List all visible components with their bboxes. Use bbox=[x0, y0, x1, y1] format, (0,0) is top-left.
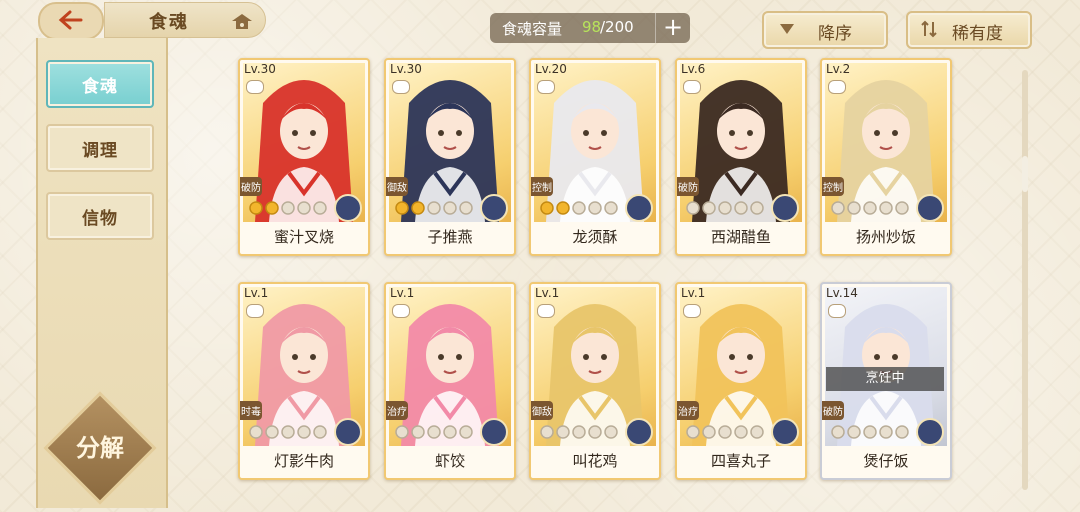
card-name: 叫花鸡 bbox=[572, 452, 618, 470]
rarity-badge-icon bbox=[916, 194, 944, 222]
food-soul-card[interactable]: Lv.6 破防 西湖醋鱼 bbox=[675, 58, 807, 256]
level-label: Lv.1 bbox=[244, 286, 269, 300]
split-label[interactable]: 分解 bbox=[60, 428, 140, 463]
affinity-icon bbox=[537, 80, 555, 94]
sidebar-item-food-soul[interactable]: 食魂 bbox=[46, 60, 154, 108]
card-name: 龙须酥 bbox=[572, 228, 618, 246]
role-tag: 御敌 bbox=[386, 177, 408, 196]
level-label: Lv.2 bbox=[826, 62, 851, 76]
level-label: Lv.1 bbox=[390, 286, 415, 300]
sidebar-item-label: 信物 bbox=[82, 209, 118, 229]
sort-arrows-icon bbox=[921, 20, 937, 38]
food-soul-card[interactable]: Lv.30 御敌 子推燕 bbox=[384, 58, 516, 256]
food-soul-card[interactable]: Lv.1 时毒 灯影牛肉 bbox=[238, 282, 370, 480]
capacity-total: /200 bbox=[600, 18, 634, 36]
add-capacity-button[interactable]: + bbox=[655, 13, 690, 43]
star-rating bbox=[540, 201, 618, 215]
star-rating bbox=[395, 201, 473, 215]
sidebar-item-cooking[interactable]: 调理 bbox=[46, 124, 154, 172]
star-rating bbox=[395, 425, 473, 439]
role-tag: 破防 bbox=[677, 177, 699, 196]
rarity-badge-icon bbox=[771, 418, 799, 446]
food-soul-card[interactable]: Lv.2 控制 扬州炒饭 bbox=[820, 58, 952, 256]
level-label: Lv.30 bbox=[244, 62, 276, 76]
card-name: 子推燕 bbox=[427, 228, 473, 246]
affinity-icon bbox=[828, 304, 846, 318]
star-rating bbox=[686, 425, 764, 439]
affinity-icon bbox=[392, 304, 410, 318]
affinity-icon bbox=[683, 304, 701, 318]
rarity-badge-icon bbox=[334, 194, 362, 222]
sidebar-item-label: 食魂 bbox=[82, 77, 118, 97]
role-tag: 破防 bbox=[240, 177, 262, 196]
food-soul-card[interactable]: Lv.1 治疗 虾饺 bbox=[384, 282, 516, 480]
role-tag: 控制 bbox=[822, 177, 844, 196]
scroll-thumb[interactable] bbox=[1022, 156, 1028, 192]
affinity-icon bbox=[246, 80, 264, 94]
card-name: 西湖醋鱼 bbox=[710, 228, 771, 246]
title-tab: 食魂 bbox=[104, 2, 266, 38]
affinity-icon bbox=[828, 80, 846, 94]
sort-desc-button[interactable]: 降序 bbox=[762, 11, 888, 49]
level-label: Lv.14 bbox=[826, 286, 858, 300]
food-soul-card[interactable]: Lv.20 控制 龙须酥 bbox=[529, 58, 661, 256]
role-tag: 时毒 bbox=[240, 401, 262, 420]
page-title: 食魂 bbox=[149, 12, 189, 33]
rarity-badge-icon bbox=[334, 418, 362, 446]
rarity-badge-icon bbox=[625, 418, 653, 446]
capacity-label: 食魂容量 bbox=[502, 20, 563, 38]
card-name: 蜜汁叉烧 bbox=[273, 228, 334, 246]
card-name: 煲仔饭 bbox=[863, 452, 909, 470]
food-soul-card[interactable]: Lv.1 治疗 四喜丸子 bbox=[675, 282, 807, 480]
affinity-icon bbox=[246, 304, 264, 318]
rarity-badge-icon bbox=[771, 194, 799, 222]
food-soul-card[interactable]: Lv.14 烹饪中 破防 煲仔饭 bbox=[820, 282, 952, 480]
sidebar-item-label: 调理 bbox=[82, 141, 118, 161]
star-rating bbox=[686, 201, 764, 215]
level-label: Lv.20 bbox=[535, 62, 567, 76]
star-rating bbox=[831, 425, 909, 439]
card-name: 四喜丸子 bbox=[710, 452, 771, 470]
home-icon[interactable] bbox=[231, 12, 253, 30]
rarity-badge-icon bbox=[480, 194, 508, 222]
scrollbar[interactable] bbox=[1022, 70, 1028, 490]
triangle-down-icon bbox=[780, 24, 794, 34]
card-name: 灯影牛肉 bbox=[273, 452, 334, 470]
level-label: Lv.30 bbox=[390, 62, 422, 76]
capacity-panel: 食魂容量 98 /200 + bbox=[490, 13, 690, 43]
sidebar-item-token[interactable]: 信物 bbox=[46, 192, 154, 240]
role-tag: 控制 bbox=[531, 177, 553, 196]
sort-rarity-button[interactable]: 稀有度 bbox=[906, 11, 1032, 49]
role-tag: 御敌 bbox=[531, 401, 553, 420]
affinity-icon bbox=[392, 80, 410, 94]
level-label: Lv.1 bbox=[681, 286, 706, 300]
star-rating bbox=[249, 425, 327, 439]
cooking-status: 烹饪中 bbox=[826, 367, 944, 391]
rarity-badge-icon bbox=[480, 418, 508, 446]
level-label: Lv.6 bbox=[681, 62, 706, 76]
role-tag: 治疗 bbox=[677, 401, 699, 420]
star-rating bbox=[540, 425, 618, 439]
level-label: Lv.1 bbox=[535, 286, 560, 300]
back-arrow-icon bbox=[58, 10, 83, 30]
role-tag: 破防 bbox=[822, 401, 844, 420]
sort-rarity-label: 稀有度 bbox=[952, 24, 1003, 44]
role-tag: 治疗 bbox=[386, 401, 408, 420]
sort-desc-label: 降序 bbox=[818, 24, 852, 44]
rarity-badge-icon bbox=[916, 418, 944, 446]
star-rating bbox=[831, 201, 909, 215]
food-soul-card[interactable]: Lv.30 破防 蜜汁叉烧 bbox=[238, 58, 370, 256]
rarity-badge-icon bbox=[625, 194, 653, 222]
card-name: 虾饺 bbox=[434, 452, 465, 470]
card-name: 扬州炒饭 bbox=[855, 228, 916, 246]
affinity-icon bbox=[537, 304, 555, 318]
back-button[interactable] bbox=[38, 2, 104, 40]
affinity-icon bbox=[683, 80, 701, 94]
capacity-count: 98 bbox=[582, 18, 602, 36]
star-rating bbox=[249, 201, 327, 215]
food-soul-card[interactable]: Lv.1 御敌 叫花鸡 bbox=[529, 282, 661, 480]
